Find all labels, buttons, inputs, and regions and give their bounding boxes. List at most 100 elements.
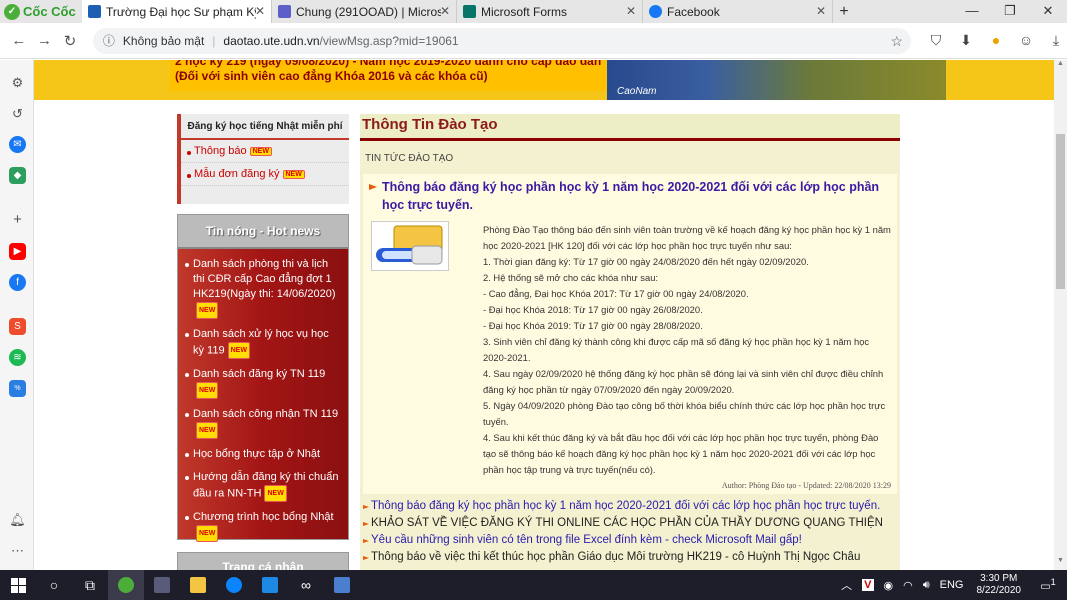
system-tray: ︿ V ◉ ◠ 🔊︎ ENG 3:30 PM 8/22/2020 ▭1 xyxy=(836,570,1067,600)
antivirus-icon[interactable]: V xyxy=(862,579,874,591)
back-icon[interactable]: ← xyxy=(6,32,32,49)
language-indicator[interactable]: ENG xyxy=(940,579,964,591)
youtube-icon[interactable]: ▶ xyxy=(9,243,26,260)
facebook-icon[interactable]: f xyxy=(9,274,26,291)
tab-bar: ✓ Cốc Cốc Trường Đại học Sư phạm Kỹ t ✕ … xyxy=(0,0,1067,23)
tab-teams[interactable]: Chung (291OOAD) | Microsof ✕ xyxy=(272,0,457,23)
shield-icon[interactable]: ⛉ xyxy=(925,32,947,49)
list-item[interactable]: Học bổng thực tập ở Nhật xyxy=(178,443,348,466)
close-tab-icon[interactable]: ✕ xyxy=(440,4,450,18)
list-item[interactable]: Hướng dẫn đăng ký thi chuẩn đầu ra NN-TH… xyxy=(178,466,348,506)
scroll-up-icon[interactable]: ▲ xyxy=(1054,60,1067,73)
wifi-icon[interactable]: ◠ xyxy=(903,579,913,592)
url-host: daotao.ute.udn.vn xyxy=(223,33,320,48)
settings-gear-icon[interactable]: ⚙ xyxy=(9,74,26,91)
new-tab-button[interactable]: + xyxy=(833,3,855,21)
restore-icon[interactable]: ❐ xyxy=(991,0,1029,23)
game-icon[interactable]: ◆ xyxy=(9,167,26,184)
related-link[interactable]: Yêu cầu những sinh viên có tên trong fil… xyxy=(363,532,900,549)
zalo-icon[interactable] xyxy=(216,570,252,600)
link-label[interactable]: Mẫu đơn đăng ký xyxy=(194,168,280,180)
history-icon[interactable]: ↺ xyxy=(9,105,26,122)
banner-line-1[interactable]: 2 học kỳ 219 (ngày 09/08/2020) - Năm học… xyxy=(170,60,606,69)
network-app-icon[interactable] xyxy=(324,570,360,600)
left-column: Đăng ký học tiếng Nhật miễn phí Thông bá… xyxy=(177,114,349,570)
bookmark-star-icon[interactable]: ☆ xyxy=(890,33,903,50)
tab-ute[interactable]: Trường Đại học Sư phạm Kỹ t ✕ xyxy=(82,0,272,23)
link-label[interactable]: Danh sách xử lý học vụ học kỳ 119 xyxy=(193,328,329,356)
scroll-thumb[interactable] xyxy=(1056,134,1065,289)
related-link[interactable]: Thông báo đăng ký học phần học kỳ 1 năm … xyxy=(363,498,900,515)
page-scrollbar[interactable]: ▲ ▼ xyxy=(1054,60,1067,570)
tab-forms[interactable]: Microsoft Forms ✕ xyxy=(457,0,643,23)
clock[interactable]: 3:30 PM 8/22/2020 xyxy=(977,573,1022,597)
list-item[interactable]: Danh sách phòng thi và lịch thi CĐR cấp … xyxy=(178,253,348,323)
notification-count: 1 xyxy=(1050,577,1056,588)
volume-icon[interactable]: 🔊︎ xyxy=(923,579,930,592)
search-icon[interactable]: ○ xyxy=(36,570,72,600)
article-line: 5. Ngày 04/09/2020 phòng Đào tạo công bố… xyxy=(483,400,886,427)
hot-news-title: Tin nóng - Hot news xyxy=(178,215,348,249)
close-tab-icon[interactable]: ✕ xyxy=(816,4,826,18)
tab-title: Trường Đại học Sư phạm Kỹ t xyxy=(106,4,256,19)
new-badge: NEW xyxy=(227,342,250,359)
list-item[interactable]: Danh sách xử lý học vụ học kỳ 119 NEW xyxy=(178,323,348,363)
link-label[interactable]: Chương trình học bổng Nhật xyxy=(193,511,334,523)
related-link[interactable]: KHẢO SÁT VỀ VIỆC ĐĂNG KÝ THI ONLINE CÁC … xyxy=(363,515,900,532)
link-label[interactable]: Thông báo xyxy=(194,145,247,157)
coccoc-taskbar-icon[interactable] xyxy=(108,570,144,600)
link-label[interactable]: Danh sách đăng ký TN 119 xyxy=(193,368,325,380)
url-input[interactable]: ⓘ Không bảo mật | daotao.ute.udn.vn /vie… xyxy=(92,27,911,54)
spotify-icon[interactable]: ≋ xyxy=(9,349,26,366)
discount-icon[interactable]: % xyxy=(9,380,26,397)
recording-icon[interactable]: ◉ xyxy=(884,579,894,592)
minimize-icon[interactable]: — xyxy=(953,0,991,23)
main-column: Thông Tin Đào Tạo TIN TỨC ĐÀO TẠO Thông … xyxy=(360,114,900,570)
article-line: 4. Sau khi kết thúc đăng ký và bắt đầu h… xyxy=(483,432,879,475)
link-label[interactable]: Danh sách công nhận TN 119 xyxy=(193,408,338,420)
close-window-icon[interactable]: ✕ xyxy=(1029,0,1067,23)
link-label[interactable]: Danh sách phòng thi và lịch thi CĐR cấp … xyxy=(193,258,335,300)
file-explorer-icon[interactable] xyxy=(180,570,216,600)
forward-icon[interactable]: → xyxy=(32,32,58,49)
vscode-icon[interactable] xyxy=(252,570,288,600)
related-link[interactable]: Thông báo về việc thi kết thúc học phần … xyxy=(363,549,900,566)
calculator-icon[interactable] xyxy=(144,570,180,600)
list-item[interactable]: Danh sách đăng ký TN 119 NEW xyxy=(178,363,348,403)
list-item[interactable]: Danh sách công nhận TN 119 NEW xyxy=(178,403,348,443)
browser-logo[interactable]: ✓ Cốc Cốc xyxy=(0,0,82,23)
link-label[interactable]: Học bổng thực tập ở Nhật xyxy=(193,448,320,460)
profile-icon[interactable]: ☺ xyxy=(1015,32,1037,49)
personal-page-box[interactable]: Trang cá nhân xyxy=(177,552,349,570)
info-icon[interactable]: ⓘ xyxy=(103,32,115,49)
download-icon[interactable]: ⬇ xyxy=(955,32,977,49)
messenger-icon[interactable]: ✉ xyxy=(9,136,26,153)
infinity-app-icon[interactable]: ∞ xyxy=(288,570,324,600)
tab-facebook[interactable]: Facebook ✕ xyxy=(643,0,833,23)
japanese-course-box: Đăng ký học tiếng Nhật miễn phí Thông bá… xyxy=(177,114,349,204)
scroll-down-icon[interactable]: ▼ xyxy=(1054,557,1067,570)
windows-start-icon[interactable] xyxy=(0,570,36,600)
bell-icon[interactable]: 🔔︎ xyxy=(9,511,26,528)
reload-icon[interactable]: ↻ xyxy=(57,32,83,50)
banner-line-2[interactable]: (Đối với sinh viên cao đẳng Khóa 2016 và… xyxy=(170,69,606,84)
toolbar-icons: ⛉ ⬇ ● ☺ ⤓ xyxy=(925,32,1067,49)
shopping-icon[interactable]: S xyxy=(9,318,26,335)
list-item[interactable]: Chương trình học bổng Nhật NEW xyxy=(178,506,348,546)
downloads-tray-icon[interactable]: ⤓ xyxy=(1045,32,1067,49)
new-badge: NEW xyxy=(196,382,219,399)
add-icon[interactable]: + xyxy=(9,211,26,228)
japanese-course-title: Đăng ký học tiếng Nhật miễn phí xyxy=(181,114,349,140)
tray-chevron-icon[interactable]: ︿ xyxy=(841,577,852,593)
notification-icon[interactable]: ▭1 xyxy=(1034,577,1062,593)
close-tab-icon[interactable]: ✕ xyxy=(626,4,636,18)
list-item[interactable]: Thông báo NEW xyxy=(181,140,349,163)
list-item[interactable]: Mẫu đơn đăng ký NEW xyxy=(181,163,349,186)
task-view-icon[interactable]: ⧉ xyxy=(72,570,108,600)
close-tab-icon[interactable]: ✕ xyxy=(255,4,265,18)
article-title[interactable]: Thông báo đăng ký học phần học kỳ 1 năm … xyxy=(369,178,891,214)
tab-title: Chung (291OOAD) | Microsof xyxy=(296,4,441,19)
related-news-list: Thông báo đăng ký học phần học kỳ 1 năm … xyxy=(360,494,900,566)
more-icon[interactable]: ⋯ xyxy=(9,542,26,559)
extension-icon[interactable]: ● xyxy=(985,32,1007,49)
